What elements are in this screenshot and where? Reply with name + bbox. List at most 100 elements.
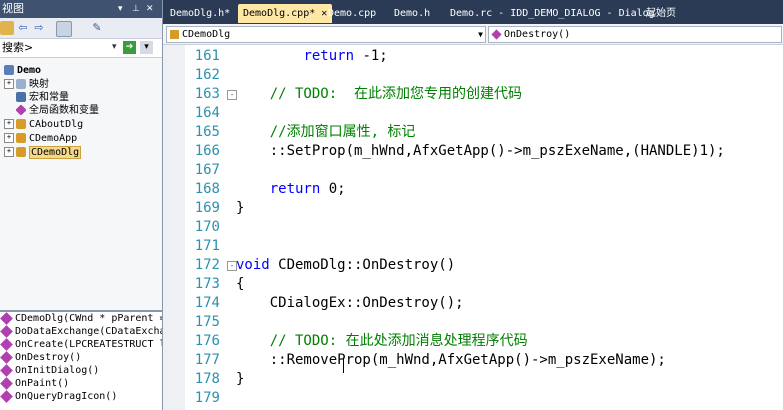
tab-demo-cpp[interactable]: Demo.cpp bbox=[323, 4, 381, 23]
code-text: return -1; bbox=[236, 47, 388, 66]
code-line[interactable]: 177 ::RemoveProp(m_hWnd,AfxGetApp()->m_p… bbox=[163, 351, 783, 370]
line-number: 178 bbox=[194, 371, 220, 387]
settings-icon[interactable]: ✎ bbox=[90, 21, 104, 35]
code-line[interactable]: 175 bbox=[163, 313, 783, 332]
code-text: // TODO: 在此添加您专用的创建代码 bbox=[236, 85, 522, 104]
forward-icon[interactable]: ⇨ bbox=[32, 21, 46, 35]
search-go-icon[interactable]: ➔ bbox=[123, 41, 136, 54]
tab-demodlg-h[interactable]: DemoDlg.h* bbox=[165, 4, 235, 23]
search-input[interactable]: 搜索> bbox=[2, 39, 33, 57]
line-number: 167 bbox=[194, 162, 220, 178]
line-number: 169 bbox=[194, 200, 220, 216]
code-token: -1; bbox=[354, 48, 388, 64]
class-combo[interactable]: CDemoDlg ▼ bbox=[166, 26, 486, 43]
search-options-icon[interactable]: ▾ bbox=[140, 41, 153, 54]
code-editor[interactable]: 161 return -1; 162 163- // TODO: 在此添加您专用的创… bbox=[163, 45, 783, 410]
list-item[interactable]: OnPaint() bbox=[0, 377, 162, 390]
tab-demo-rc[interactable]: Demo.rc - IDD_DEMO_DIALOG - Dialog bbox=[445, 4, 660, 23]
code-line[interactable]: 164 bbox=[163, 104, 783, 123]
list-item[interactable]: DoDataExchange(CDataExchange bbox=[0, 325, 162, 338]
code-text: ::SetProp(m_hWnd,AfxGetApp()->m_pszExeNa… bbox=[236, 142, 725, 161]
list-item[interactable]: OnCreate(LPCREATESTRUCT lpCr bbox=[0, 338, 162, 351]
line-number: 173 bbox=[194, 276, 220, 292]
class-icon bbox=[16, 119, 26, 129]
text-cursor bbox=[343, 358, 344, 373]
folder-icon[interactable] bbox=[0, 21, 14, 35]
code-line[interactable]: 179 bbox=[163, 389, 783, 408]
class-icon bbox=[170, 29, 179, 39]
code-token: CDialogEx::OnDestroy(); bbox=[236, 295, 464, 311]
list-item[interactable]: CDemoDlg(CWnd * pParent = NU bbox=[0, 312, 162, 325]
code-line[interactable]: 167 bbox=[163, 161, 783, 180]
tree-item-demo[interactable]: Demo bbox=[4, 64, 41, 77]
keyword-token: return bbox=[269, 181, 321, 197]
line-number: 172 bbox=[194, 257, 220, 273]
comment-token: //添加窗口属性, 标记 bbox=[236, 124, 416, 140]
tree-item-macros[interactable]: 宏和常量 bbox=[16, 91, 69, 104]
tab-demodlg-cpp[interactable]: DemoDlg.cpp* ✕ bbox=[238, 4, 333, 23]
code-line[interactable]: 178} bbox=[163, 370, 783, 389]
line-number: 168 bbox=[194, 181, 220, 197]
method-icon bbox=[0, 351, 13, 364]
code-line[interactable]: 166 ::SetProp(m_hWnd,AfxGetApp()->m_pszE… bbox=[163, 142, 783, 161]
code-line[interactable]: 172- void CDemoDlg::OnDestroy() bbox=[163, 256, 783, 275]
back-icon[interactable]: ⇦ bbox=[16, 21, 30, 35]
project-icon bbox=[4, 65, 14, 75]
code-token: ::SetProp(m_hWnd,AfxGetApp()->m_pszExeNa… bbox=[236, 143, 725, 159]
chevron-down-icon[interactable]: ▼ bbox=[478, 27, 483, 42]
tree-item-maps[interactable]: + 映射 bbox=[4, 78, 49, 91]
code-line[interactable]: 165 //添加窗口属性, 标记 bbox=[163, 123, 783, 142]
pin-icon[interactable]: ⊥ bbox=[132, 0, 140, 18]
line-number: 163 bbox=[194, 86, 220, 102]
list-item[interactable]: OnDestroy() bbox=[0, 351, 162, 364]
method-icon bbox=[0, 338, 13, 351]
code-line[interactable]: 173 { bbox=[163, 275, 783, 294]
line-number: 179 bbox=[194, 390, 220, 406]
code-token: 0; bbox=[320, 181, 346, 197]
code-text: // TODO: 在此处添加消息处理程序代码 bbox=[236, 332, 528, 351]
code-text: ::RemoveProp(m_hWnd,AfxGetApp()->m_pszEx… bbox=[236, 351, 666, 370]
code-text: void CDemoDlg::OnDestroy() bbox=[236, 256, 455, 275]
search-dropdown-icon[interactable]: ▾ bbox=[112, 41, 122, 53]
line-number: 174 bbox=[194, 295, 220, 311]
search-bar[interactable]: 搜索> ▾ ➔ ▾ bbox=[0, 39, 162, 58]
list-item[interactable]: OnQueryDragIcon() bbox=[0, 390, 162, 403]
line-number: 170 bbox=[194, 219, 220, 235]
class-icon bbox=[16, 133, 26, 143]
code-line[interactable]: 171 bbox=[163, 237, 783, 256]
tab-start-page[interactable]: 起始页 bbox=[641, 4, 681, 23]
keyword-token: return bbox=[303, 48, 355, 64]
code-line[interactable]: 163- // TODO: 在此添加您专用的创建代码 bbox=[163, 85, 783, 104]
expand-icon[interactable]: + bbox=[4, 79, 14, 89]
line-number: 164 bbox=[194, 105, 220, 121]
close-icon[interactable]: ✕ bbox=[146, 0, 154, 18]
tree-item-globals[interactable]: 全局函数和变量 bbox=[15, 104, 99, 117]
code-line[interactable]: 176 // TODO: 在此处添加消息处理程序代码 bbox=[163, 332, 783, 351]
code-token: { bbox=[236, 276, 245, 292]
code-line[interactable]: 161 return -1; bbox=[163, 47, 783, 66]
code-line[interactable]: 170 bbox=[163, 218, 783, 237]
code-line[interactable]: 162 bbox=[163, 66, 783, 85]
code-line[interactable]: 169} bbox=[163, 199, 783, 218]
member-list: CDemoDlg(CWnd * pParent = NU DoDataExcha… bbox=[0, 310, 162, 410]
tab-demo-h[interactable]: Demo.h bbox=[389, 4, 435, 23]
code-line[interactable]: 174 CDialogEx::OnDestroy(); bbox=[163, 294, 783, 313]
tree-item-cdemoapp[interactable]: + CDemoApp bbox=[4, 132, 77, 145]
member-combo[interactable]: OnDestroy() bbox=[488, 26, 782, 43]
line-number: 166 bbox=[194, 143, 220, 159]
expand-icon[interactable]: + bbox=[4, 119, 14, 129]
list-item[interactable]: OnInitDialog() bbox=[0, 364, 162, 377]
view-options-icon[interactable] bbox=[56, 21, 72, 37]
panel-title: 视图 bbox=[2, 2, 24, 15]
code-line[interactable]: 168 return 0; bbox=[163, 180, 783, 199]
expand-icon[interactable]: + bbox=[4, 133, 14, 143]
expand-icon[interactable]: + bbox=[4, 147, 14, 157]
tree-item-cdemodlg[interactable]: + CDemoDlg bbox=[4, 146, 82, 159]
class-tree: Demo + 映射 宏和常量 全局函数和变量 + CAboutDlg + CDemoA… bbox=[0, 58, 162, 308]
code-text: } bbox=[236, 370, 244, 389]
dropdown-icon[interactable]: ▾ bbox=[118, 0, 123, 18]
tree-item-caboutdlg[interactable]: + CAboutDlg bbox=[4, 118, 83, 131]
line-number: 165 bbox=[194, 124, 220, 140]
